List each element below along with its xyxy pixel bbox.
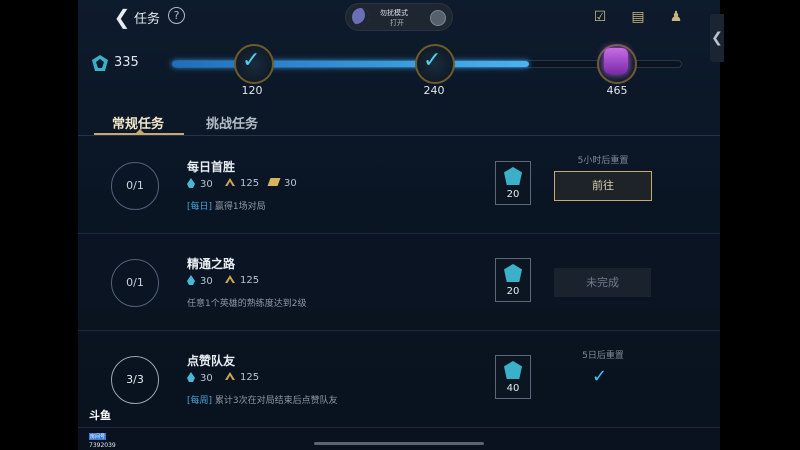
reward-points-value: 20 <box>506 189 520 200</box>
moon-icon <box>352 8 370 26</box>
quest-title: 点赞队友 <box>187 354 236 368</box>
reward-points-box: 20 <box>495 161 531 205</box>
quest-progress: 0/1 <box>111 259 159 307</box>
blue-essence-icon <box>187 275 195 285</box>
xp-value: 125 <box>240 372 260 383</box>
milestone-3[interactable] <box>597 40 637 86</box>
tab-challenge-quests[interactable]: 挑战任务 <box>206 113 258 132</box>
token-value: 30 <box>284 178 297 189</box>
mission-points-icon <box>504 361 522 379</box>
quest-description: [每周] 累计3次在对局结束后点赞队友 <box>187 396 338 406</box>
token-icon <box>267 178 281 186</box>
reset-timer: 5小时后重置 <box>577 156 629 166</box>
dnd-label: 勿扰模式 <box>380 9 408 17</box>
clipboard-icon[interactable]: ☑ <box>590 8 610 26</box>
blue-essence-value: 30 <box>200 373 213 384</box>
incomplete-button: 未完成 <box>554 268 651 297</box>
chat-icon[interactable]: ▤ <box>628 8 648 26</box>
quest-screen: ❮ 任务 ? 勿扰模式 打开 ☑ ▤ ♟ 335 ✓ 120 ✓ 240 465 <box>78 0 720 450</box>
mission-points-value: 335 <box>114 55 139 70</box>
divider <box>78 135 720 136</box>
chest-icon <box>604 48 628 74</box>
dnd-state: 打开 <box>390 19 404 27</box>
quest-tag: [每日] <box>187 202 213 212</box>
blue-essence-value: 30 <box>200 179 213 190</box>
milestone-3-label: 465 <box>606 84 628 97</box>
watermark-id: 7392039 <box>89 442 116 449</box>
quest-title: 每日首胜 <box>187 160 236 174</box>
xp-icon <box>225 178 235 186</box>
back-button[interactable]: ❮ <box>110 6 134 28</box>
watermark-tag: 房间号 <box>89 433 107 440</box>
reset-timer: 5日后重置 <box>582 351 624 361</box>
quest-progress: 0/1 <box>111 162 159 210</box>
chevron-left-icon: ❮ <box>711 30 723 46</box>
friends-icon[interactable]: ♟ <box>666 8 686 26</box>
scroll-indicator[interactable] <box>314 442 484 445</box>
blue-essence-value: 30 <box>200 276 213 287</box>
quest-description: [每日] 赢得1场对局 <box>187 202 266 212</box>
help-icon: ? <box>173 9 180 22</box>
milestone-1[interactable]: ✓ <box>234 40 274 86</box>
check-icon: ✓ <box>423 48 442 73</box>
completed-check-icon: ✓ <box>592 366 608 387</box>
reward-points-value: 20 <box>506 286 520 297</box>
milestone-2-label: 240 <box>423 84 445 97</box>
active-tab-caret <box>136 129 144 133</box>
chevron-left-icon: ❮ <box>113 5 131 29</box>
milestone-1-label: 120 <box>241 84 263 97</box>
watermark-logo: 斗鱼 <box>89 409 111 422</box>
reward-points-value: 40 <box>506 383 520 394</box>
xp-value: 125 <box>240 178 260 189</box>
blue-essence-icon <box>187 178 195 188</box>
toggle-knob <box>430 10 446 26</box>
progress-fill <box>172 61 529 67</box>
help-button[interactable]: ? <box>168 7 185 24</box>
stream-watermark: 斗鱼 房间号 7392039 <box>89 407 119 449</box>
quest-progress: 3/3 <box>111 356 159 404</box>
mission-points-icon <box>504 167 522 185</box>
blue-essence-icon <box>187 372 195 382</box>
reward-points-box: 20 <box>495 258 531 302</box>
quest-description: 任意1个英雄的熟练度达到2级 <box>187 299 307 309</box>
xp-icon <box>225 275 235 283</box>
top-bar: ❮ 任务 ? 勿扰模式 打开 ☑ ▤ ♟ <box>78 0 720 34</box>
page-title: 任务 <box>134 12 161 27</box>
xp-icon <box>225 372 235 380</box>
quest-row: 3/3 点赞队友 30 125 [每周] 累计3次在对局结束后点赞队友 40 5… <box>78 331 720 428</box>
quest-tag: [每周] <box>187 396 213 406</box>
quest-title: 精通之路 <box>187 257 236 271</box>
go-button[interactable]: 前往 <box>554 171 652 201</box>
check-icon: ✓ <box>242 48 261 73</box>
side-collapse-tab[interactable]: ❮ <box>710 14 724 62</box>
quest-row: 0/1 每日首胜 30 125 30 [每日] 赢得1场对局 20 5小时后重置… <box>78 137 720 234</box>
milestone-2[interactable]: ✓ <box>415 40 455 86</box>
quest-row: 0/1 精通之路 30 125 任意1个英雄的熟练度达到2级 20 未完成 <box>78 234 720 331</box>
xp-value: 125 <box>240 275 260 286</box>
reward-points-box: 40 <box>495 355 531 399</box>
mission-points-icon <box>92 55 108 71</box>
mission-points-icon <box>504 264 522 282</box>
do-not-disturb-toggle[interactable]: 勿扰模式 打开 <box>346 4 452 30</box>
